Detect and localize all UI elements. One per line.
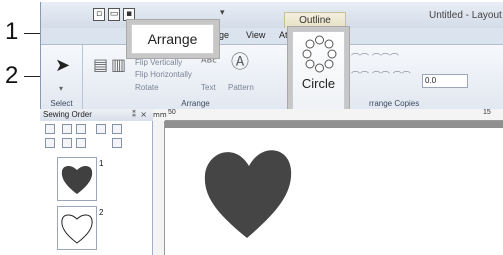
horizontal-ruler: [153, 109, 503, 121]
text-dropdown-button[interactable]: Text: [201, 83, 216, 92]
flip-vertically-button[interactable]: Flip Vertically: [135, 58, 182, 67]
design-page[interactable]: [165, 128, 503, 255]
rotate-button[interactable]: Rotate: [135, 83, 159, 92]
heart-filled-icon: [61, 165, 93, 194]
tab-view[interactable]: View: [246, 30, 265, 40]
sewing-order-number-1: 1: [99, 159, 104, 168]
group-label-select: Select: [50, 99, 73, 108]
ruler-mark-150: 15: [483, 109, 491, 116]
sew-tool-lock-icon[interactable]: [96, 124, 106, 134]
sewing-order-panel: Sewing Order ⁑ × 1 2: [40, 109, 153, 255]
spacing-spin-field[interactable]: 0.0: [422, 74, 468, 88]
quick-access-dropdown-icon[interactable]: ▾: [220, 8, 225, 18]
copy-style-2-icon[interactable]: ⌒⌒ ⌒⌒ ⌒⌒: [351, 73, 411, 82]
sewing-order-title: Sewing Order: [40, 109, 153, 121]
ribbon-group-select: ➤ ▾ Select: [41, 45, 83, 109]
sewing-order-item-2[interactable]: [57, 206, 97, 250]
sew-tool-color-icon[interactable]: [45, 138, 55, 148]
order-icon[interactable]: ▥: [111, 57, 126, 73]
vertical-ruler: [153, 109, 165, 255]
sew-tool-group-icon[interactable]: [62, 138, 72, 148]
heart-shape: [204, 150, 292, 238]
copy-style-1-icon[interactable]: ⌒⌒ ⌒⌒⌒: [351, 55, 399, 64]
group-label-arrange-copies: rrange Copies: [369, 99, 420, 108]
pattern-button[interactable]: Pattern: [228, 83, 254, 92]
sew-tool-split-icon[interactable]: [76, 124, 86, 134]
arrange-button[interactable]: Arrange: [131, 24, 214, 54]
circle-button[interactable]: [292, 31, 345, 114]
flip-horizontally-button[interactable]: Flip Horizontally: [135, 70, 192, 79]
ribbon-tab-row: ge View At: [41, 28, 503, 44]
open-file-icon[interactable]: ▭: [108, 8, 120, 21]
ruler-unit: mm: [153, 109, 167, 121]
pattern-icon[interactable]: Ⓐ: [231, 54, 249, 72]
select-dropdown-icon[interactable]: ▾: [59, 85, 63, 93]
ruler-mark-50: 50: [168, 109, 176, 116]
close-icon[interactable]: ×: [140, 109, 147, 121]
circle-label: Circle: [301, 76, 336, 91]
sew-tool-fit-icon[interactable]: [45, 124, 55, 134]
title-bar: ▫ ▭ ▪ ▾ Outline Untitled - Layout: [41, 2, 503, 28]
align-icon[interactable]: ▤: [93, 57, 108, 73]
window-title: Untitled - Layout: [429, 10, 502, 21]
sew-tool-copy-icon[interactable]: [112, 124, 122, 134]
sew-tool-zoom-icon[interactable]: [62, 124, 72, 134]
sew-tool-pointer-icon[interactable]: [112, 138, 122, 148]
callout-number-1: 1: [5, 18, 19, 45]
callout-number-2: 2: [5, 62, 19, 89]
select-arrow-icon[interactable]: ➤: [55, 57, 70, 75]
pin-icon[interactable]: ⁑: [132, 109, 136, 121]
tab-image[interactable]: ge: [219, 30, 229, 40]
group-label-arrange: Arrange: [181, 99, 210, 108]
sew-tool-ungroup-icon[interactable]: [76, 138, 86, 148]
design-svg: [204, 150, 292, 238]
heart-outline-icon: [61, 214, 93, 244]
sewing-order-number-2: 2: [99, 208, 104, 217]
new-file-icon[interactable]: ▫: [93, 8, 105, 21]
sewing-order-item-1[interactable]: [57, 157, 97, 201]
circle-arrangement-icon: [302, 35, 337, 73]
